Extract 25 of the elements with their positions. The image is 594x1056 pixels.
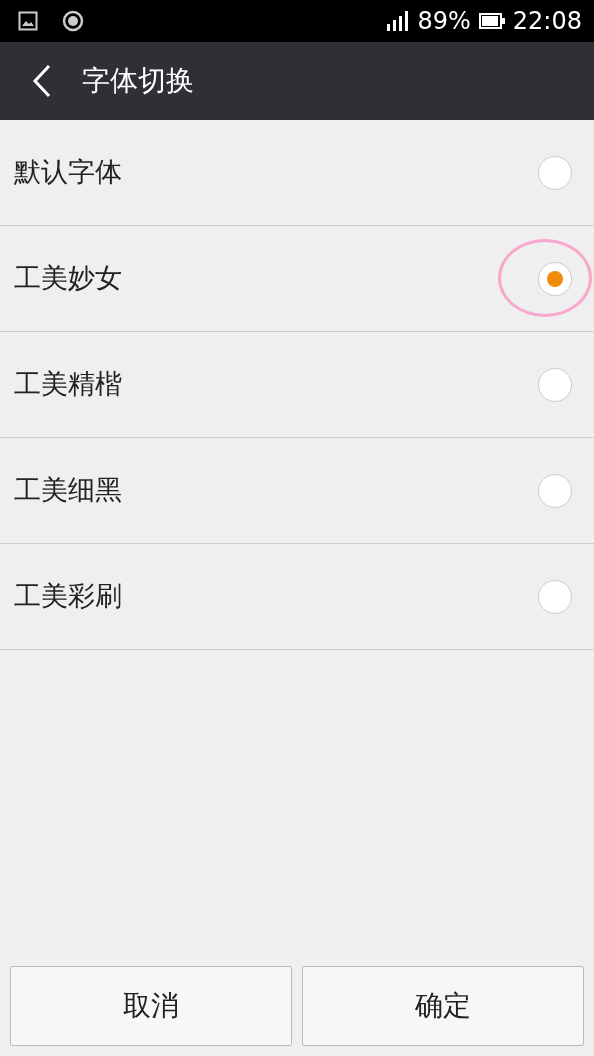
font-option[interactable]: 工美妙女 (0, 226, 594, 332)
radio-button[interactable] (538, 261, 572, 296)
font-option[interactable]: 工美细黑 (0, 438, 594, 544)
font-name: 工美精楷 (14, 367, 123, 402)
font-option[interactable]: 默认字体 (0, 120, 594, 226)
confirm-button[interactable]: 确定 (302, 966, 584, 1046)
radio-button[interactable] (538, 367, 572, 402)
back-icon[interactable] (32, 64, 52, 98)
page-title: 字体切换 (82, 63, 194, 99)
font-name: 工美细黑 (14, 473, 123, 508)
font-name: 默认字体 (14, 155, 123, 190)
cancel-button[interactable]: 取消 (10, 966, 292, 1046)
clock-time: 22:08 (512, 6, 582, 37)
battery-percent: 89% (417, 6, 471, 37)
font-option[interactable]: 工美彩刷 (0, 544, 594, 650)
signal-icon (387, 11, 410, 31)
radio-button[interactable] (538, 579, 572, 614)
radio-button[interactable] (538, 155, 572, 190)
battery-icon (478, 13, 505, 29)
record-icon (62, 10, 84, 32)
image-icon (18, 11, 38, 31)
font-name: 工美彩刷 (14, 579, 123, 614)
font-option[interactable]: 工美精楷 (0, 332, 594, 438)
font-name: 工美妙女 (14, 261, 123, 296)
radio-button[interactable] (538, 473, 572, 508)
